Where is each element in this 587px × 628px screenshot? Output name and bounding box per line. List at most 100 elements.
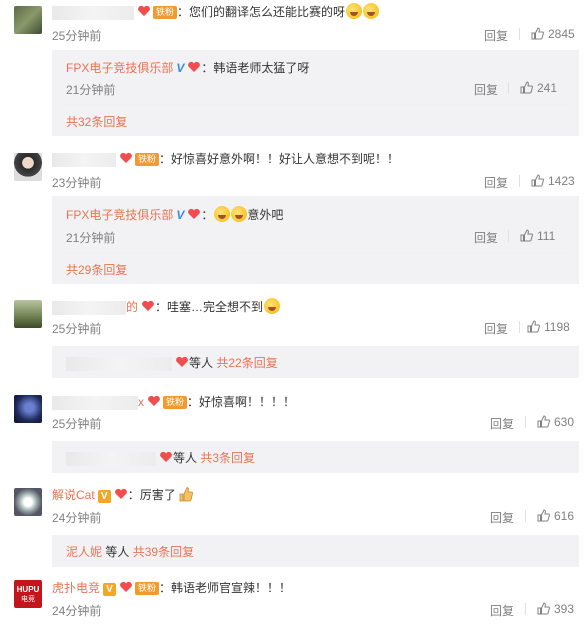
reply-box: 泥人妮 等人 共39条回复 (52, 535, 579, 567)
comment-text: ：韩语老师官宣辣！！！ (159, 581, 292, 595)
avatar-logo-subtext: 电竞 (21, 596, 35, 603)
like-count: 616 (554, 509, 575, 523)
divider (525, 510, 526, 522)
reply-button[interactable]: 回复 (474, 229, 498, 246)
reply-button[interactable]: 回复 (490, 509, 514, 526)
comment-text: ：好惊喜啊！！！！ (187, 395, 296, 409)
avatar[interactable]: HUPU 电竞 (14, 580, 42, 608)
thumbs-up-icon (527, 320, 540, 336)
username-blurred[interactable] (52, 152, 116, 167)
comment-time: 24分钟前 (52, 604, 102, 618)
verified-v-icon: V (176, 208, 185, 222)
reply-button[interactable]: 回复 (484, 320, 508, 337)
fan-badge: 铁粉 (163, 396, 188, 409)
like-count: 241 (537, 81, 558, 95)
fan-heart-icon (187, 208, 201, 220)
reply-button[interactable]: 回复 (484, 27, 508, 44)
avatar[interactable] (14, 488, 42, 516)
username-suffix[interactable]: 的 (126, 300, 138, 314)
divider (525, 416, 526, 428)
verified-v-icon: V (97, 490, 111, 503)
like-count: 1423 (548, 174, 575, 188)
thumbs-up-icon (537, 415, 550, 431)
like-button[interactable]: 1423 (531, 174, 575, 190)
comment-text: ：厉害了 (127, 488, 176, 502)
fan-heart-icon (187, 61, 201, 73)
like-button[interactable]: 393 (537, 602, 574, 618)
reply-username[interactable]: FPX电子竞技俱乐部 (66, 208, 173, 222)
thumbs-up-icon (537, 509, 550, 525)
avatar[interactable] (14, 395, 42, 423)
more-replies-link[interactable]: 共29条回复 (66, 261, 127, 278)
fan-badge: 铁粉 (135, 582, 160, 595)
thumbs-up-icon (531, 27, 544, 43)
reply-button[interactable]: 回复 (490, 602, 514, 619)
reply-text: 意外吧 (247, 208, 284, 222)
username-blurred[interactable] (52, 395, 138, 410)
verified-v-icon: V (176, 61, 185, 75)
divider (62, 104, 569, 105)
more-replies-link[interactable]: 共22条回复 (216, 356, 277, 370)
more-replies-link[interactable]: 共3条回复 (200, 451, 255, 465)
like-button[interactable]: 630 (537, 415, 574, 431)
fan-heart-icon (119, 152, 133, 164)
reply-time: 21分钟前 (66, 231, 116, 245)
fan-heart-icon (159, 451, 173, 463)
username-blurred[interactable] (66, 356, 172, 371)
more-prefix: 等人 (189, 356, 214, 370)
username-suffix[interactable]: x (138, 395, 144, 409)
comment-time: 25分钟前 (52, 29, 102, 43)
like-button[interactable]: 241 (520, 81, 557, 97)
username-blurred[interactable] (52, 300, 126, 315)
reply-box: 等人 共3条回复 (52, 441, 579, 473)
reply-time: 21分钟前 (66, 83, 116, 97)
fan-badge: 铁粉 (153, 6, 178, 19)
reply-box: FPX电子竞技俱乐部 V ：韩语老师太猛了呀 21分钟前 回复 241 共32条回复 (52, 50, 579, 136)
avatar[interactable] (14, 153, 42, 181)
like-button[interactable]: 2845 (531, 27, 575, 43)
like-button[interactable]: 1198 (527, 320, 570, 336)
comment-text: ：您们的翻译怎么还能比赛的呀 (177, 5, 346, 19)
fan-heart-icon (114, 488, 128, 500)
comment-time: 25分钟前 (52, 417, 102, 431)
fan-heart-icon (175, 356, 189, 368)
like-count: 393 (554, 602, 575, 616)
like-button[interactable]: 111 (520, 229, 555, 245)
verified-v-icon: V (103, 583, 117, 596)
avatar[interactable] (14, 300, 42, 328)
like-count: 630 (554, 415, 575, 429)
reply-username[interactable]: FPX电子竞技俱乐部 (66, 61, 173, 75)
like-button[interactable]: 616 (537, 509, 574, 525)
avatar-logo-text: HUPU (16, 585, 40, 594)
username-blurred[interactable] (52, 5, 134, 20)
fan-heart-icon (147, 395, 161, 407)
reply-button[interactable]: 回复 (474, 81, 498, 98)
thumbs-up-icon (520, 81, 533, 97)
reply-text: ：韩语老师太猛了呀 (201, 61, 310, 75)
more-prefix: 等人 (105, 545, 130, 559)
fan-heart-icon (119, 581, 133, 593)
divider (519, 321, 520, 333)
like-count: 2845 (548, 27, 575, 41)
reply-box: FPX电子竞技俱乐部 V：意外吧 21分钟前 回复 111 共29条回复 (52, 196, 579, 284)
thumbs-up-icon (531, 174, 544, 190)
username[interactable]: 虎扑电竞 (52, 581, 100, 595)
more-replies-link[interactable]: 共39条回复 (133, 545, 194, 559)
username-blurred[interactable] (66, 451, 156, 466)
more-replies-link[interactable]: 共32条回复 (66, 113, 127, 130)
divider (508, 230, 509, 242)
thumbs-up-icon (537, 602, 550, 618)
divider (508, 82, 509, 94)
divider (62, 253, 569, 254)
divider (525, 603, 526, 615)
avatar[interactable] (14, 6, 42, 34)
reply-button[interactable]: 回复 (490, 415, 514, 432)
like-count: 111 (537, 229, 556, 243)
reply-username[interactable]: 泥人妮 (66, 545, 102, 559)
divider (519, 28, 520, 40)
emoji-icon (214, 206, 231, 222)
laughing-emoji-icon (264, 298, 281, 314)
username[interactable]: 解说Cat (52, 488, 95, 502)
more-prefix: 等人 (173, 451, 198, 465)
reply-button[interactable]: 回复 (484, 174, 508, 191)
